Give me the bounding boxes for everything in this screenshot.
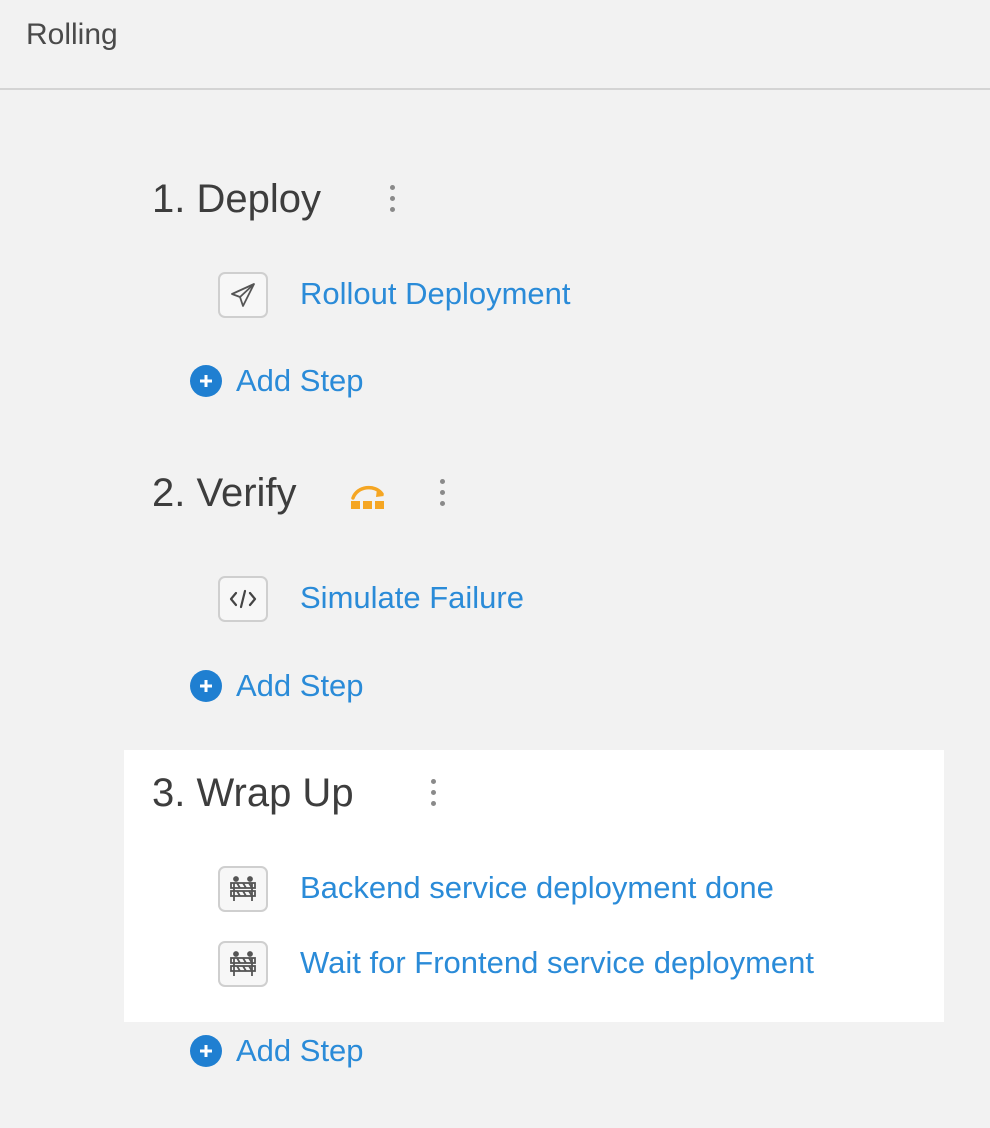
- phase-title-deploy[interactable]: 1. Deploy: [152, 175, 321, 223]
- step-link-simulate-failure[interactable]: Simulate Failure: [300, 578, 524, 618]
- add-step-label: Add Step: [236, 668, 364, 703]
- phase-menu-icon[interactable]: [436, 472, 448, 512]
- add-step-button[interactable]: Add Step: [190, 1031, 364, 1071]
- plus-circle-icon: [190, 365, 222, 397]
- step-link-wait-for-frontend-service-deployment[interactable]: Wait for Frontend service deployment: [300, 943, 814, 983]
- add-step-button[interactable]: Add Step: [190, 361, 364, 401]
- phase-menu-icon[interactable]: [427, 772, 439, 812]
- skip-rollback-icon: [349, 480, 389, 512]
- plus-circle-icon: [190, 670, 222, 702]
- code-icon: [218, 576, 268, 622]
- add-step-button[interactable]: Add Step: [190, 666, 364, 706]
- paper-plane-icon: [218, 272, 268, 318]
- barrier-icon: [218, 866, 268, 912]
- workflow-type-title: Rolling: [26, 18, 118, 51]
- plus-circle-icon: [190, 1035, 222, 1067]
- step-link-backend-service-deployment-done[interactable]: Backend service deployment done: [300, 868, 774, 908]
- add-step-label: Add Step: [236, 363, 364, 398]
- step-link-rollout-deployment[interactable]: Rollout Deployment: [300, 274, 571, 314]
- workflow-header: Rolling: [0, 0, 990, 90]
- phase-menu-icon[interactable]: [386, 178, 398, 218]
- add-step-label: Add Step: [236, 1033, 364, 1068]
- barrier-icon: [218, 941, 268, 987]
- phase-title-wrap-up[interactable]: 3. Wrap Up: [152, 769, 354, 817]
- phase-title-verify[interactable]: 2. Verify: [152, 469, 297, 517]
